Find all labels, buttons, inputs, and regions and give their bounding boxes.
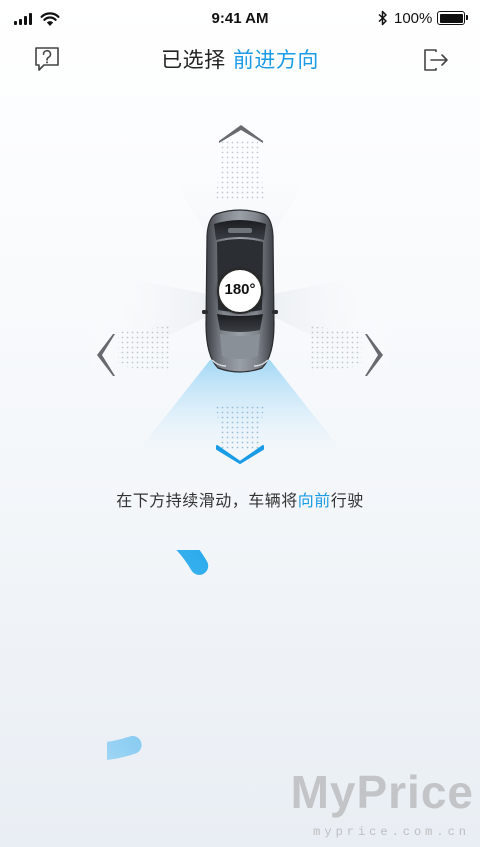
bluetooth-icon xyxy=(378,10,387,26)
left-arrow-button[interactable] xyxy=(94,332,116,378)
battery-icon xyxy=(437,11,468,25)
hint-direction: 向前 xyxy=(297,491,331,510)
page-title-prefix: 已选择 xyxy=(161,48,226,72)
hint-text: 在下方持续滑动，车辆将向前行驶 xyxy=(0,487,480,511)
page-title: 已选择 前进方向 xyxy=(0,44,480,74)
status-bar: 9:41 AM 100% xyxy=(0,0,480,36)
forward-arrow-button[interactable] xyxy=(217,122,265,144)
hint-prefix: 在下方持续滑动，车辆将 xyxy=(116,491,298,510)
rotate-180-button[interactable]: 180° xyxy=(217,268,263,314)
exit-icon xyxy=(424,49,448,71)
direction-control: 180° xyxy=(0,110,480,480)
slide-progress-arc xyxy=(107,550,209,761)
exit-button[interactable] xyxy=(422,47,450,73)
hint-suffix: 行驶 xyxy=(330,491,364,510)
backward-arrow-button[interactable] xyxy=(215,444,265,464)
rotation-angle-label: 180° xyxy=(224,281,256,298)
watermark-logo: MyPrice xyxy=(290,766,474,818)
right-arrow-button[interactable] xyxy=(364,332,386,378)
page-title-direction: 前进方向 xyxy=(232,48,319,72)
watermark-url: myprice.com.cn xyxy=(313,825,470,839)
battery-percent: 100% xyxy=(394,10,433,27)
